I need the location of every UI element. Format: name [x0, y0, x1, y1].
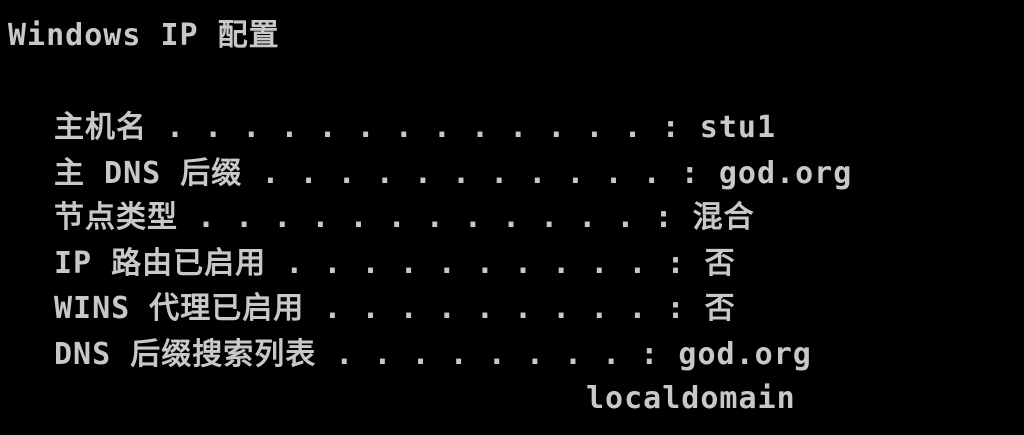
console-window: Windows IP 配置 主机名 . . . . . . . . . . . …	[0, 0, 1024, 435]
console-line-node-type: 节点类型 . . . . . . . . . . . . : 混合	[54, 200, 755, 235]
console-line-search-list-continuation: localdomain	[586, 381, 796, 416]
console-line-wins-proxy-enabled: WINS 代理已启用 . . . . . . . . . : 否	[54, 291, 736, 326]
console-line-hostname: 主机名 . . . . . . . . . . . . . : stu1	[54, 110, 777, 145]
console-line-dns-suffix-search-list: DNS 后缀搜索列表 . . . . . . . . : god.org	[54, 337, 812, 372]
console-line-ip-routing-enabled: IP 路由已启用 . . . . . . . . . . : 否	[54, 246, 736, 281]
console-line-primary-dns-suffix: 主 DNS 后缀 . . . . . . . . . . . : god.org	[54, 156, 853, 191]
console-title: Windows IP 配置	[8, 18, 280, 53]
